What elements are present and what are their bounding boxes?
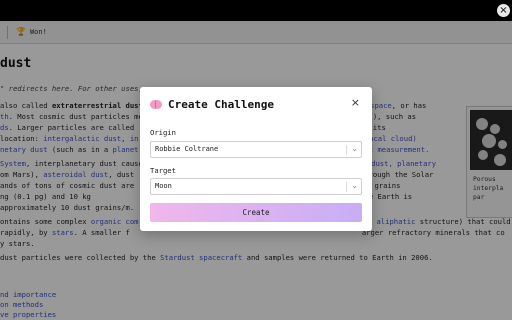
close-icon[interactable]: ×: [351, 96, 360, 109]
dialog-header: Create Challenge ×: [150, 96, 362, 111]
chevron-down-icon[interactable]: ⌄: [351, 181, 358, 190]
target-value: Moon: [155, 182, 172, 190]
origin-label: Origin: [150, 128, 176, 137]
create-challenge-dialog: Create Challenge × Origin Robbie Coltran…: [140, 87, 372, 231]
browser-top-bar: ×: [0, 0, 512, 21]
target-label: Target: [150, 166, 176, 175]
select-divider: [346, 145, 347, 155]
dialog-title: Create Challenge: [168, 97, 274, 111]
origin-value: Robbie Coltrane: [155, 145, 219, 153]
target-select[interactable]: Moon ⌄: [150, 178, 362, 195]
brain-icon: [150, 99, 162, 109]
chevron-down-icon[interactable]: ⌄: [351, 144, 358, 153]
window-close-icon[interactable]: ×: [497, 4, 510, 17]
create-button[interactable]: Create: [150, 203, 362, 222]
origin-select[interactable]: Robbie Coltrane ⌄: [150, 141, 362, 158]
select-divider: [346, 182, 347, 192]
